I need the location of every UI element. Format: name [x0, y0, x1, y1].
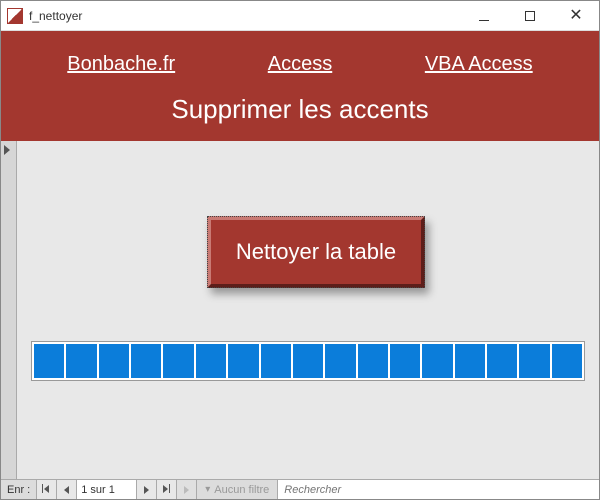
window-title: f_nettoyer: [29, 9, 82, 23]
app-window: f_nettoyer ✕ Bonbache.fr Access VBA Acce…: [0, 0, 600, 500]
first-record-icon: [44, 484, 49, 496]
progress-segment: [131, 344, 161, 378]
next-record-icon: [144, 486, 149, 494]
recnav-first-button[interactable]: [37, 480, 57, 499]
recnav-filter[interactable]: ▾ Aucun filtre: [197, 480, 278, 499]
progress-segment: [66, 344, 96, 378]
clean-table-button-label: Nettoyer la table: [236, 239, 396, 265]
window-titlebar: f_nettoyer ✕: [1, 1, 599, 31]
close-icon: ✕: [569, 8, 582, 24]
form-detail-row: Nettoyer la table: [1, 141, 599, 479]
minimize-icon: [479, 11, 489, 21]
progress-segment: [293, 344, 323, 378]
progress-segment: [163, 344, 193, 378]
progress-segment: [34, 344, 64, 378]
progress-bar: [31, 341, 585, 381]
progress-segment: [422, 344, 452, 378]
progress-segment: [390, 344, 420, 378]
access-form-icon: [7, 8, 23, 24]
maximize-icon: [525, 11, 535, 21]
recnav-filter-text: Aucun filtre: [214, 484, 269, 496]
recnav-search[interactable]: [278, 480, 599, 499]
recnav-label: Enr :: [1, 480, 37, 499]
current-record-marker-icon: [4, 145, 10, 155]
progress-segment: [261, 344, 291, 378]
recnav-position[interactable]: 1 sur 1: [77, 480, 137, 499]
progress-segment: [552, 344, 582, 378]
recnav-prev-button[interactable]: [57, 480, 77, 499]
progress-segment: [487, 344, 517, 378]
form-header: Bonbache.fr Access VBA Access Supprimer …: [1, 31, 599, 141]
progress-segment: [455, 344, 485, 378]
progress-segment: [519, 344, 549, 378]
progress-segment: [99, 344, 129, 378]
link-bonbache[interactable]: Bonbache.fr: [67, 53, 175, 76]
link-access[interactable]: Access: [268, 53, 332, 76]
prev-record-icon: [64, 486, 69, 494]
new-record-icon: [184, 486, 189, 494]
progress-segment: [325, 344, 355, 378]
form-detail: Nettoyer la table: [17, 141, 599, 479]
filter-icon: ▾: [205, 484, 210, 495]
last-record-icon: [163, 484, 170, 496]
recnav-search-input[interactable]: [284, 484, 593, 496]
close-button[interactable]: ✕: [553, 1, 599, 31]
progress-segment: [358, 344, 388, 378]
record-navigator: Enr : 1 sur 1 ▾ Aucun filtre: [1, 479, 599, 499]
record-selector-gutter[interactable]: [1, 141, 17, 479]
page-title: Supprimer les accents: [11, 94, 589, 125]
recnav-last-button[interactable]: [157, 480, 177, 499]
recnav-next-button[interactable]: [137, 480, 157, 499]
link-vba-access[interactable]: VBA Access: [425, 53, 533, 76]
clean-table-button[interactable]: Nettoyer la table: [207, 216, 425, 288]
maximize-button[interactable]: [507, 1, 553, 31]
minimize-button[interactable]: [461, 1, 507, 31]
progress-segment: [228, 344, 258, 378]
recnav-new-button[interactable]: [177, 480, 197, 499]
progress-segment: [196, 344, 226, 378]
header-links: Bonbache.fr Access VBA Access: [11, 45, 589, 94]
